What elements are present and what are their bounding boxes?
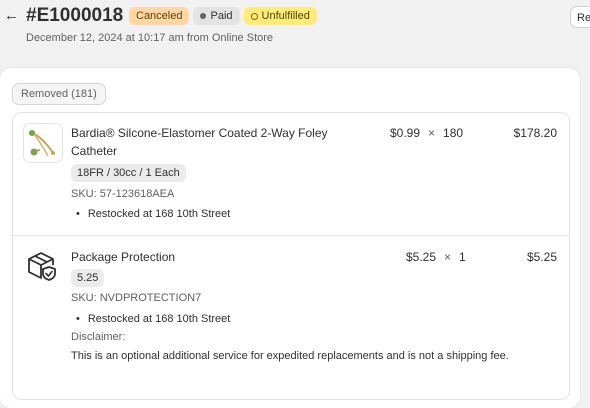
unit-price-qty: $0.99 × 180 <box>390 124 463 142</box>
package-shield-icon[interactable] <box>23 246 61 284</box>
restock-note: • Restocked at 168 10th Street <box>71 206 230 222</box>
paid-badge-label: Paid <box>210 10 233 22</box>
unit-price: $0.99 <box>390 126 421 140</box>
order-date-subtitle: December 12, 2024 at 10:17 am from Onlin… <box>26 32 274 44</box>
unfulfilled-badge-label: Unfulfilled <box>261 10 310 22</box>
header-action-button[interactable]: Re <box>570 6 590 28</box>
variant-tag: 18FR / 30cc / 1 Each <box>71 164 186 182</box>
line-total: $5.25 <box>526 250 557 264</box>
bullet-icon: • <box>76 208 80 220</box>
quantity: 180 <box>443 126 464 140</box>
sku-text: SKU: NVDPROTECTION7 <box>71 292 202 304</box>
line-item: Bardia® Silcone-Elastomer Coated 2-Way F… <box>13 113 569 236</box>
restock-note: • Restocked at 168 10th Street <box>71 311 230 327</box>
canceled-badge: Canceled <box>129 7 190 25</box>
canceled-badge-label: Canceled <box>136 10 183 22</box>
order-header: ← #E1000018 Canceled Paid Unfulfilled De… <box>0 0 590 60</box>
line-total: $178.20 <box>513 126 557 140</box>
times-sign: × <box>428 126 436 140</box>
removed-status-label: Removed (181) <box>12 83 106 105</box>
catheter-product-image[interactable] <box>23 123 63 163</box>
unfulfilled-ring-icon <box>250 12 258 20</box>
unit-price-qty: $5.25 × 1 <box>406 248 466 266</box>
times-sign: × <box>444 250 452 264</box>
removed-items-card: Removed (181) Bardia® Silcone-Elastomer … <box>0 68 580 408</box>
unit-price: $5.25 <box>406 250 437 264</box>
paid-dot-icon <box>200 13 207 19</box>
sku-text: SKU: 57-123618AEA <box>71 188 175 200</box>
quantity: 1 <box>459 250 466 264</box>
paid-badge: Paid <box>193 7 240 25</box>
catheter-image-icon <box>29 129 55 157</box>
package-protection-icon <box>28 252 56 281</box>
restock-text: Restocked at 168 10th Street <box>87 313 231 325</box>
back-arrow-icon[interactable]: ← <box>4 6 19 26</box>
order-number-title: #E1000018 <box>26 5 124 26</box>
product-title[interactable]: Bardia® Silcone-Elastomer Coated 2-Way F… <box>71 124 371 160</box>
disclaimer-text: This is an optional additional service f… <box>71 350 509 362</box>
status-badges: Canceled Paid Unfulfilled <box>129 7 317 25</box>
line-items-list: Bardia® Silcone-Elastomer Coated 2-Way F… <box>12 112 570 400</box>
disclaimer-label: Disclaimer: <box>71 331 126 343</box>
unfulfilled-badge: Unfulfilled <box>243 7 317 25</box>
variant-tag: 5.25 <box>71 269 105 287</box>
bullet-icon: • <box>76 313 80 325</box>
restock-text: Restocked at 168 10th Street <box>87 208 231 220</box>
product-title[interactable]: Package Protection <box>71 248 175 266</box>
line-item: Package Protection $5.25 × 1 $5.25 5.25 SK… <box>13 236 569 399</box>
